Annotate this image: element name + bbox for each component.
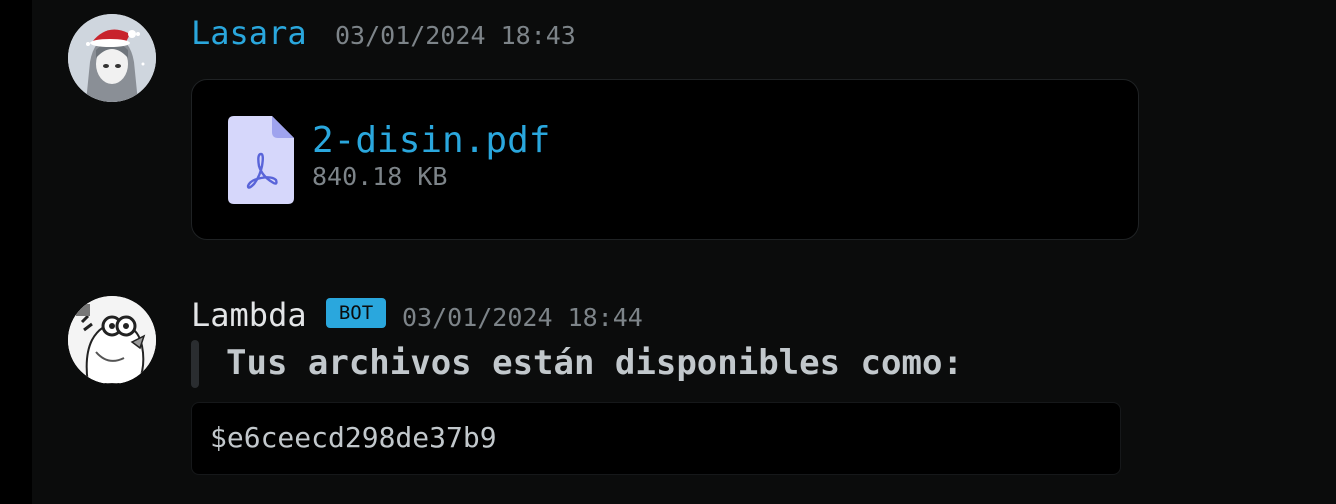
bot-badge: BOT: [326, 298, 386, 328]
pdf-file-icon: [228, 116, 294, 204]
anime-avatar-icon: [68, 14, 156, 102]
blockquote-text: Tus archivos están disponibles como:: [226, 343, 963, 383]
author-name[interactable]: Lasara: [191, 15, 307, 51]
author-name[interactable]: Lambda: [191, 297, 307, 333]
message-timestamp: 03/01/2024 18:43: [335, 21, 576, 50]
inline-code-block[interactable]: $e6ceecd298de37b9: [191, 402, 1121, 475]
file-name-link[interactable]: 2-disin.pdf: [312, 120, 550, 162]
file-size: 840.18 KB: [312, 162, 448, 191]
code-text: $e6ceecd298de37b9: [210, 421, 497, 454]
cartoon-bot-avatar-icon: [68, 296, 156, 384]
file-attachment[interactable]: 2-disin.pdf 840.18 KB: [191, 79, 1139, 240]
lambda-avatar[interactable]: [68, 296, 156, 384]
chat-area: Lasara 03/01/2024 18:43 2-disin.pdf 840.…: [32, 0, 1336, 504]
lasara-avatar[interactable]: [68, 14, 156, 102]
message-timestamp: 03/01/2024 18:44: [402, 303, 643, 332]
blockquote-bar: [191, 340, 199, 388]
